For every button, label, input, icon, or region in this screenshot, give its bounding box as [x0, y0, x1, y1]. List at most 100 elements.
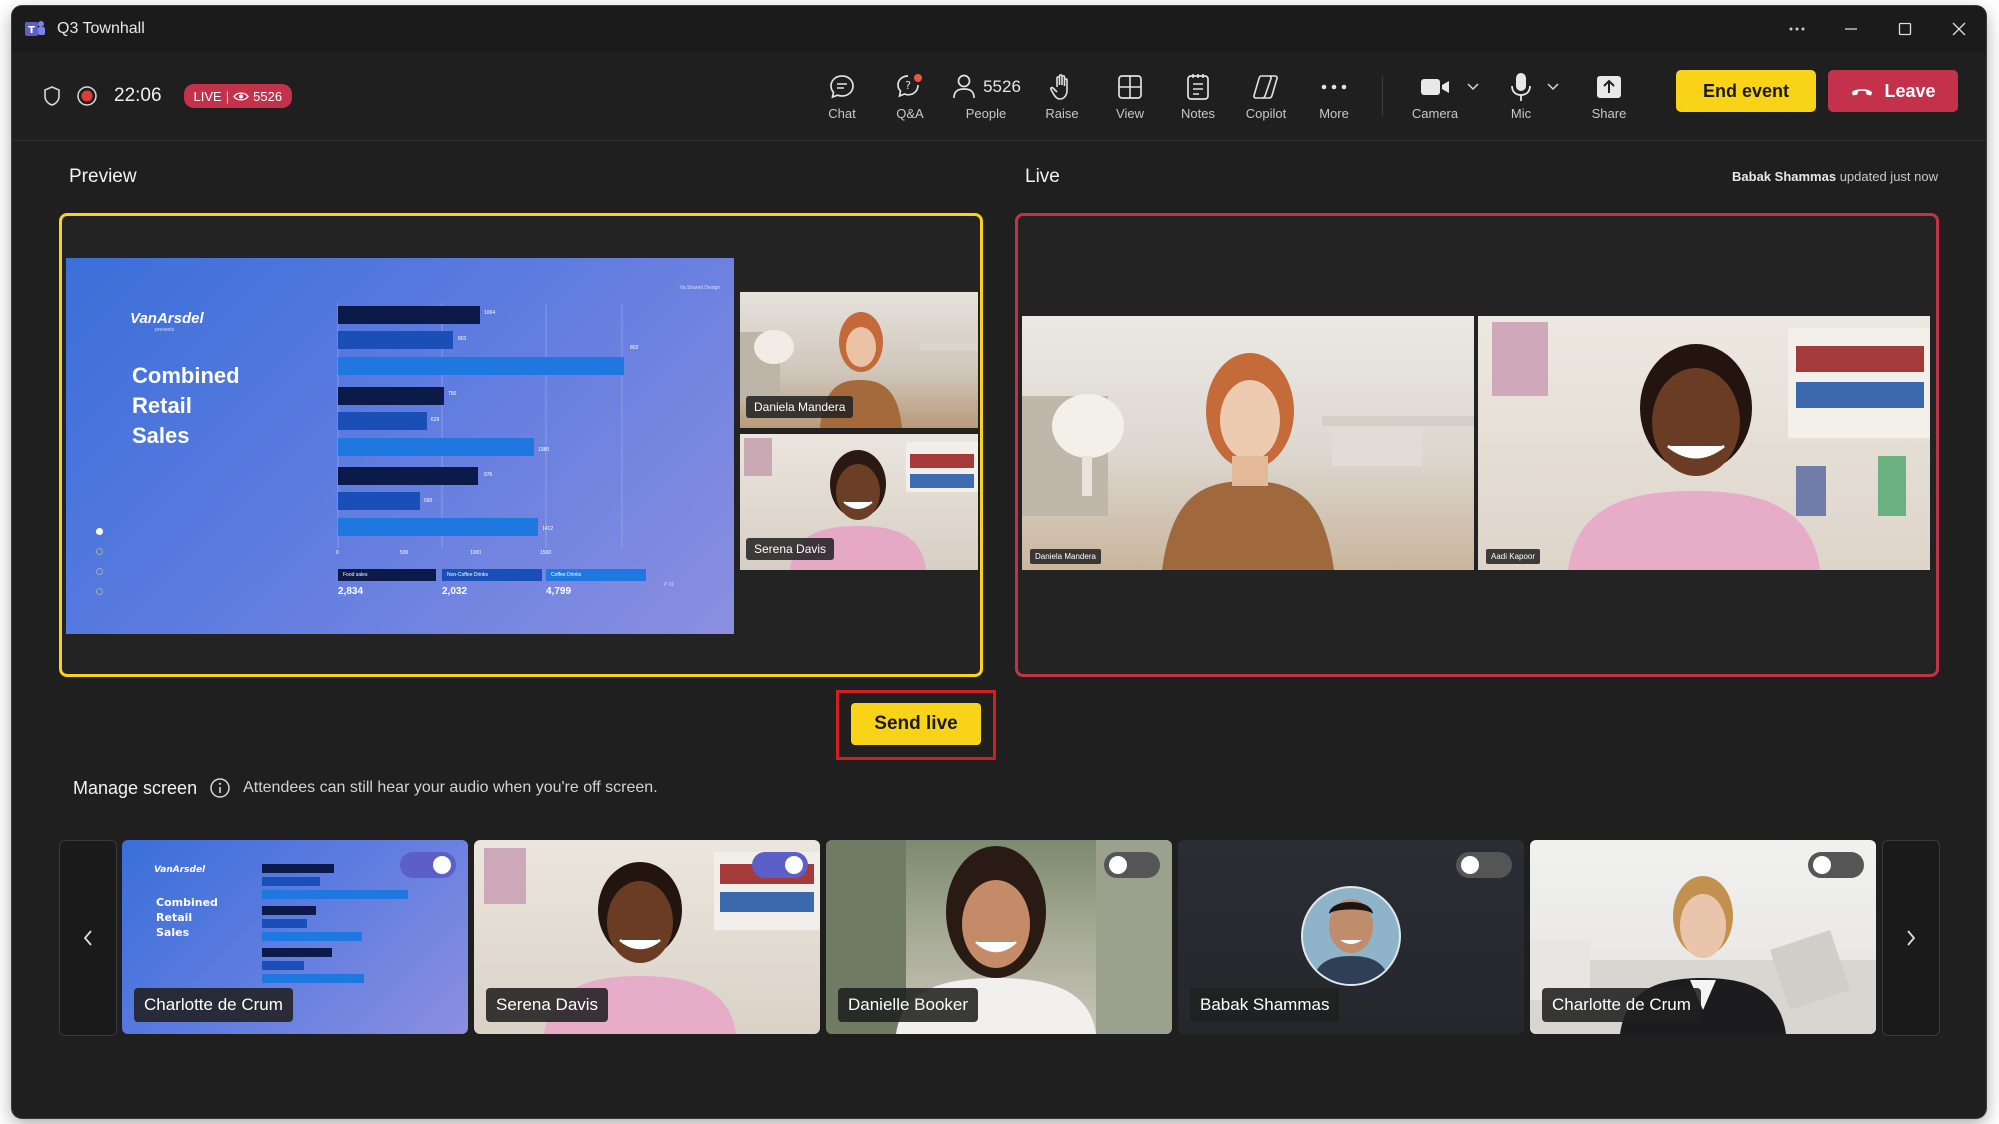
raise-label: Raise	[1045, 106, 1079, 121]
preview-title: Preview	[69, 166, 137, 187]
slide-bar-label: 976	[484, 472, 493, 478]
people-button[interactable]: 5526 People	[944, 70, 1028, 121]
send-live-button[interactable]: Send live	[851, 703, 981, 745]
send-live-highlight: Send live	[836, 690, 996, 760]
on-screen-toggle[interactable]	[1808, 852, 1864, 878]
info-icon[interactable]	[209, 777, 231, 799]
leave-button[interactable]: Leave	[1828, 70, 1958, 112]
mic-button[interactable]: Mic	[1489, 70, 1553, 121]
qa-button[interactable]: ? Q&A	[876, 70, 944, 121]
people-count: 5526	[983, 77, 1021, 96]
manage-screen-tile[interactable]: Serena Davis	[474, 840, 820, 1034]
viewer-count: 5526	[253, 88, 283, 104]
teams-window: T Q3 Townhall 22:06 LIVE | 5526 Chat ? Q…	[12, 6, 1986, 1118]
live-video-tile[interactable]: Aadi Kapoor	[1478, 316, 1930, 570]
share-icon	[1597, 76, 1621, 98]
slide-legend-label: Non-Coffee Drinks	[442, 569, 542, 581]
end-event-button[interactable]: End event	[1676, 70, 1816, 112]
participant-name: Daniela Mandera	[1030, 549, 1101, 564]
maximize-button[interactable]	[1878, 6, 1932, 52]
svg-text:T: T	[28, 25, 35, 36]
updated-by: Babak Shammas	[1732, 169, 1837, 184]
slide-bar-label: 1380	[538, 447, 550, 453]
svg-text:?: ?	[905, 79, 911, 92]
on-screen-toggle[interactable]	[752, 852, 808, 878]
participant-video	[1022, 353, 1474, 570]
shield-icon[interactable]	[42, 85, 62, 107]
slide-bar	[338, 306, 480, 324]
notes-icon	[1187, 74, 1209, 100]
maximize-icon	[1898, 22, 1912, 36]
slide-bar	[338, 467, 478, 485]
participant-name: Serena Davis	[486, 988, 609, 1022]
live-stage[interactable]: Daniela Mandera Aadi Kapoor	[1015, 213, 1939, 677]
people-label: People	[965, 106, 1007, 121]
slide-bar	[338, 412, 427, 430]
notes-label: Notes	[1181, 106, 1215, 121]
more-label: More	[1319, 106, 1349, 121]
scroll-left-button[interactable]	[59, 840, 117, 1036]
manage-screen-tile[interactable]: Danielle Booker	[826, 840, 1172, 1034]
manage-screen-tile[interactable]: VanArsdel Combined Retail Sales Charlott…	[122, 840, 468, 1034]
raise-button[interactable]: Raise	[1028, 70, 1096, 121]
qa-icon: ?	[897, 74, 922, 98]
live-label: LIVE	[193, 88, 222, 104]
eye-icon	[233, 91, 249, 101]
preview-slide: VanArsdel presents Va Shared Design Comb…	[66, 258, 734, 634]
manage-screen-tile[interactable]: Charlotte de Crum	[1530, 840, 1876, 1034]
slide-bar-label: 590	[424, 498, 433, 504]
participant-video	[1492, 322, 1930, 570]
minimize-icon	[1845, 28, 1857, 30]
more-icon	[1789, 27, 1805, 31]
preview-video-tile[interactable]: Daniela Mandera	[740, 292, 978, 428]
mic-options-button[interactable]	[1547, 70, 1565, 104]
slide-bar	[338, 492, 420, 510]
recording-icon	[77, 86, 97, 106]
grid-icon	[1118, 75, 1142, 99]
notes-button[interactable]: Notes	[1164, 70, 1232, 121]
minimize-button[interactable]	[1824, 6, 1878, 52]
preview-stage[interactable]: VanArsdel presents Va Shared Design Comb…	[59, 213, 983, 677]
copilot-button[interactable]: Copilot	[1232, 70, 1300, 121]
slide-axis-tick: 500	[400, 550, 409, 556]
slide-bar-label: 803	[458, 336, 467, 342]
chevron-right-icon	[1907, 930, 1916, 946]
slide-legend-value: 2,834	[338, 586, 364, 597]
manage-screen-note: Attendees can still hear your audio when…	[243, 779, 658, 796]
camera-button[interactable]: Camera	[1397, 70, 1473, 121]
leave-label: Leave	[1884, 80, 1936, 101]
title-bar: T Q3 Townhall	[12, 6, 1986, 53]
manage-screen-title: Manage screen	[73, 777, 198, 798]
on-screen-toggle[interactable]	[1456, 852, 1512, 878]
slide-bar-label: 803	[630, 345, 639, 351]
chat-icon	[830, 75, 854, 99]
live-video-tile[interactable]: Daniela Mandera	[1022, 316, 1474, 570]
share-button[interactable]: Share	[1569, 70, 1649, 121]
view-label: View	[1116, 106, 1144, 121]
on-screen-toggle[interactable]	[400, 852, 456, 878]
preview-video-tile[interactable]: Serena Davis	[740, 434, 978, 570]
view-button[interactable]: View	[1096, 70, 1164, 121]
svg-text:Sales: Sales	[156, 926, 190, 939]
slide-bar	[338, 357, 624, 375]
chevron-down-icon	[1547, 83, 1559, 91]
svg-text:Retail: Retail	[156, 911, 192, 924]
more-options-button[interactable]	[1770, 6, 1824, 52]
slide-bar-label: 1004	[484, 310, 496, 316]
on-screen-toggle[interactable]	[1104, 852, 1160, 878]
toolbar-divider	[1382, 76, 1383, 116]
close-icon	[1952, 22, 1966, 36]
slide-axis-tick: 1000	[470, 550, 482, 556]
camera-options-button[interactable]	[1467, 70, 1485, 104]
participant-name: Danielle Booker	[838, 988, 979, 1022]
scroll-right-button[interactable]	[1882, 840, 1940, 1036]
close-button[interactable]	[1932, 6, 1986, 52]
chat-button[interactable]: Chat	[808, 70, 876, 121]
slide-bar-label: 1412	[542, 526, 554, 532]
copilot-label: Copilot	[1245, 106, 1287, 121]
manage-screen-tile[interactable]: Babak Shammas	[1178, 840, 1524, 1034]
more-button[interactable]: More	[1300, 70, 1368, 121]
participant-name: Daniela Mandera	[746, 396, 854, 418]
hang-up-icon	[1852, 89, 1873, 96]
share-label: Share	[1591, 106, 1627, 121]
